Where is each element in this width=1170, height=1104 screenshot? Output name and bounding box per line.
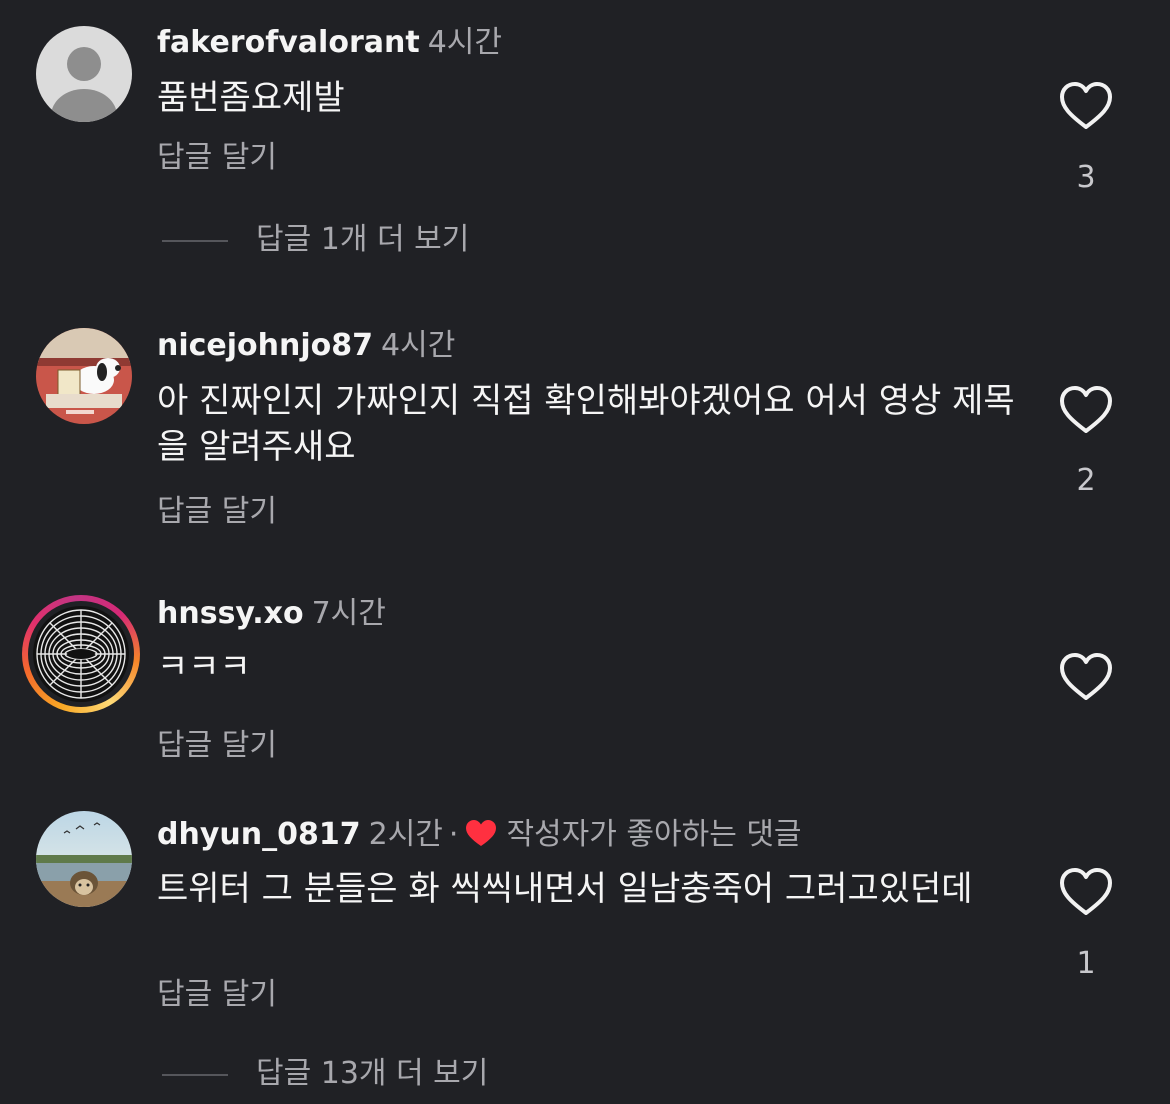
hedgehog-landscape-avatar	[36, 811, 132, 907]
avatar[interactable]	[36, 328, 132, 424]
story-ring[interactable]	[22, 595, 140, 713]
comment-text: 트위터 그 분들은 화 씩씩내면서 일남충죽어 그러고있던데	[157, 869, 973, 909]
view-more-replies-button[interactable]: 답글 1개 더 보기	[162, 220, 469, 260]
heart-icon[interactable]	[1058, 866, 1114, 918]
avatar[interactable]	[36, 811, 132, 907]
view-more-replies-label: 답글 1개 더 보기	[256, 222, 470, 257]
reply-button[interactable]: 답글 달기	[157, 492, 277, 532]
divider-line	[162, 239, 228, 242]
heart-icon[interactable]	[1058, 80, 1114, 132]
comment-text: ㅋㅋㅋ	[157, 647, 251, 687]
timestamp: 4시간	[427, 25, 502, 60]
comment-header: dhyun_0817 2시간 · 작성자가 좋아하는 댓글	[157, 815, 802, 855]
creator-liked-label: 작성자가 좋아하는 댓글	[506, 817, 802, 852]
separator-dot: ·	[448, 817, 459, 852]
username[interactable]: fakerofvalorant	[157, 25, 420, 60]
timestamp: 7시간	[311, 596, 386, 631]
creator-liked-heart-icon	[466, 820, 497, 846]
heart-icon[interactable]	[1058, 651, 1114, 703]
comment-header: hnssy.xo 7시간	[157, 594, 386, 634]
reply-button[interactable]: 답글 달기	[157, 726, 277, 766]
view-more-replies-label: 답글 13개 더 보기	[256, 1056, 489, 1091]
spiral-avatar	[33, 606, 129, 702]
divider-line	[162, 1073, 228, 1076]
snoopy-avatar	[36, 328, 132, 424]
username[interactable]: hnssy.xo	[157, 596, 304, 631]
username[interactable]: nicejohnjo87	[157, 328, 373, 363]
timestamp: 4시간	[381, 328, 456, 363]
reply-button[interactable]: 답글 달기	[157, 138, 277, 178]
comment-header: fakerofvalorant 4시간	[157, 23, 502, 63]
avatar[interactable]	[36, 26, 132, 122]
avatar	[33, 606, 129, 702]
comment-text: 아 진짜인지 가짜인지 직접 확인해봐야겠어요 어서 영상 제목을 알려주새요	[157, 381, 1015, 467]
like-count: 1	[1076, 946, 1096, 981]
reply-button[interactable]: 답글 달기	[157, 975, 277, 1015]
username[interactable]: dhyun_0817	[157, 817, 361, 852]
comment-header: nicejohnjo87 4시간	[157, 326, 455, 366]
like-count: 2	[1076, 463, 1096, 498]
view-more-replies-button[interactable]: 답글 13개 더 보기	[162, 1054, 488, 1094]
timestamp: 2시간	[368, 817, 443, 852]
heart-icon[interactable]	[1058, 384, 1114, 436]
default-avatar-icon	[36, 26, 132, 122]
like-count: 3	[1076, 160, 1096, 195]
comment-text: 품번좀요제발	[157, 78, 345, 118]
